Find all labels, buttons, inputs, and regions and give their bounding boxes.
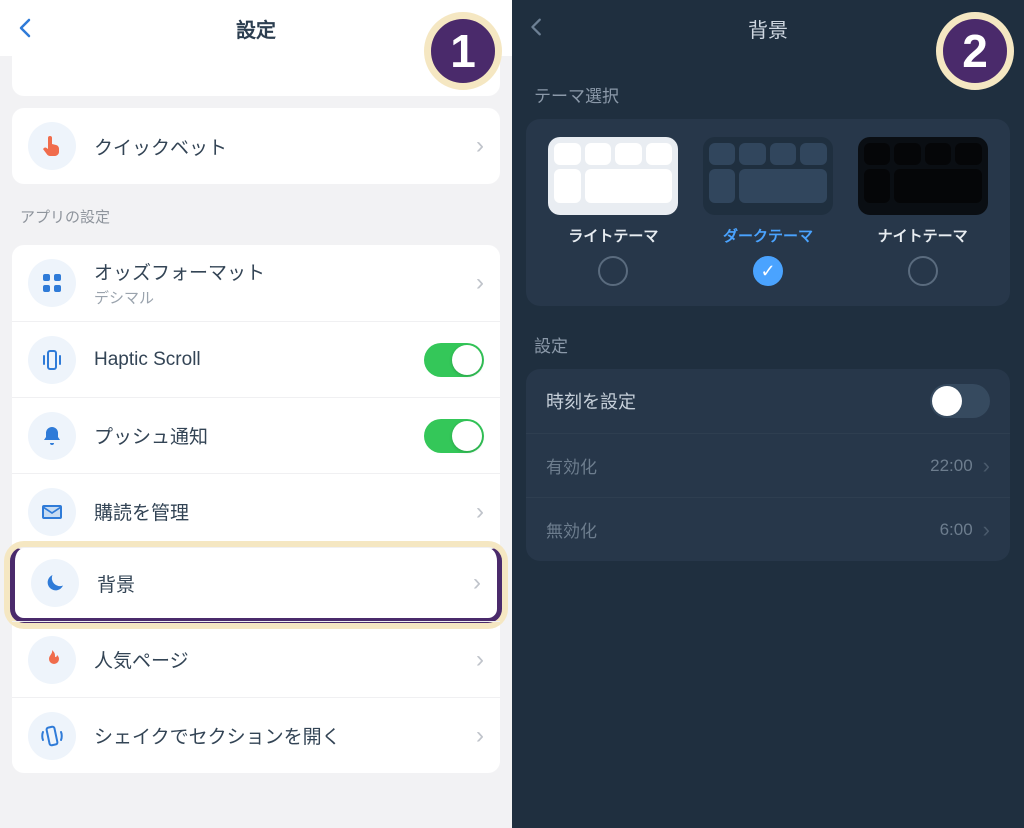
row-sublabel: デシマル	[94, 287, 476, 308]
theme-option-night[interactable]: ナイトテーマ	[853, 137, 993, 286]
moon-icon	[31, 559, 79, 607]
row-label: 購読を管理	[94, 498, 476, 525]
time-value: 6:00	[940, 520, 973, 540]
row-label: 有効化	[546, 453, 597, 478]
row-disable-time[interactable]: 無効化 6:00 ›	[526, 497, 1010, 561]
card-themes: ライトテーマ ダークテーマ ✓	[526, 119, 1010, 306]
row-quickbet[interactable]: クイックベット ›	[12, 108, 500, 184]
page-title: 設定	[236, 14, 276, 43]
radio-unselected-icon[interactable]	[598, 256, 628, 286]
row-label: Haptic Scroll	[94, 349, 424, 371]
shake-phone-icon	[28, 712, 76, 760]
chevron-right-icon: ›	[476, 646, 484, 674]
row-popular-page[interactable]: 人気ページ ›	[12, 621, 500, 697]
chevron-right-icon: ›	[476, 132, 484, 160]
chevron-right-icon: ›	[983, 517, 990, 543]
row-label: シェイクでセクションを開く	[94, 722, 476, 749]
step-badge-2: 2	[936, 12, 1014, 90]
theme-label: ライトテーマ	[543, 225, 683, 246]
row-label: 時刻を設定	[546, 388, 636, 414]
radio-unselected-icon[interactable]	[908, 256, 938, 286]
theme-option-light[interactable]: ライトテーマ	[543, 137, 683, 286]
chevron-right-icon: ›	[983, 453, 990, 479]
row-label: オッズフォーマット	[94, 258, 476, 285]
row-label: 無効化	[546, 517, 597, 542]
chevron-right-icon: ›	[473, 569, 481, 597]
phone-vibrate-icon	[28, 336, 76, 384]
chevron-right-icon: ›	[476, 269, 484, 297]
row-shake[interactable]: シェイクでセクションを開く ›	[12, 697, 500, 773]
row-background[interactable]: 背景 ›	[10, 547, 502, 623]
grid-icon	[28, 259, 76, 307]
row-label: 背景	[97, 570, 473, 597]
bell-icon	[28, 412, 76, 460]
background-screen: 2 背景 テーマ選択 ライトテーマ	[512, 0, 1024, 828]
flame-icon	[28, 636, 76, 684]
theme-label: ダークテーマ	[698, 225, 838, 246]
theme-option-dark[interactable]: ダークテーマ ✓	[698, 137, 838, 286]
card-quickbet: クイックベット ›	[12, 108, 500, 184]
settings-screen: 1 設定 クイックベット › アプリの設定 オッズフォーマット デシマル ›	[0, 0, 512, 828]
step-badge-1: 1	[424, 12, 502, 90]
section-header-app: アプリの設定	[0, 184, 512, 233]
card-schedule: 時刻を設定 有効化 22:00 › 無効化 6:00 ›	[526, 369, 1010, 561]
theme-preview-icon	[858, 137, 988, 215]
touch-icon	[28, 122, 76, 170]
theme-label: ナイトテーマ	[853, 225, 993, 246]
row-schedule-toggle[interactable]: 時刻を設定	[526, 369, 1010, 433]
radio-selected-icon[interactable]: ✓	[753, 256, 783, 286]
row-enable-time[interactable]: 有効化 22:00 ›	[526, 433, 1010, 497]
section-header-settings: 設定	[512, 306, 1024, 369]
toggle-push[interactable]	[424, 419, 484, 453]
toggle-haptic[interactable]	[424, 343, 484, 377]
chevron-right-icon: ›	[476, 498, 484, 526]
mail-icon	[28, 488, 76, 536]
back-button[interactable]	[14, 16, 38, 40]
row-label: クイックベット	[94, 133, 476, 160]
row-haptic-scroll[interactable]: Haptic Scroll	[12, 321, 500, 397]
row-push[interactable]: プッシュ通知	[12, 397, 500, 473]
row-subscriptions[interactable]: 購読を管理 ›	[12, 473, 500, 549]
card-app-settings: オッズフォーマット デシマル › Haptic Scroll プッシュ通知 購読…	[12, 245, 500, 773]
row-label: プッシュ通知	[94, 422, 424, 449]
toggle-schedule[interactable]	[930, 384, 990, 418]
chevron-right-icon: ›	[476, 722, 484, 750]
time-value: 22:00	[930, 456, 973, 476]
row-label: 人気ページ	[94, 646, 476, 673]
back-button[interactable]	[526, 16, 548, 38]
page-title: 背景	[748, 14, 788, 43]
theme-preview-icon	[703, 137, 833, 215]
row-odds-format[interactable]: オッズフォーマット デシマル ›	[12, 245, 500, 321]
theme-preview-icon	[548, 137, 678, 215]
